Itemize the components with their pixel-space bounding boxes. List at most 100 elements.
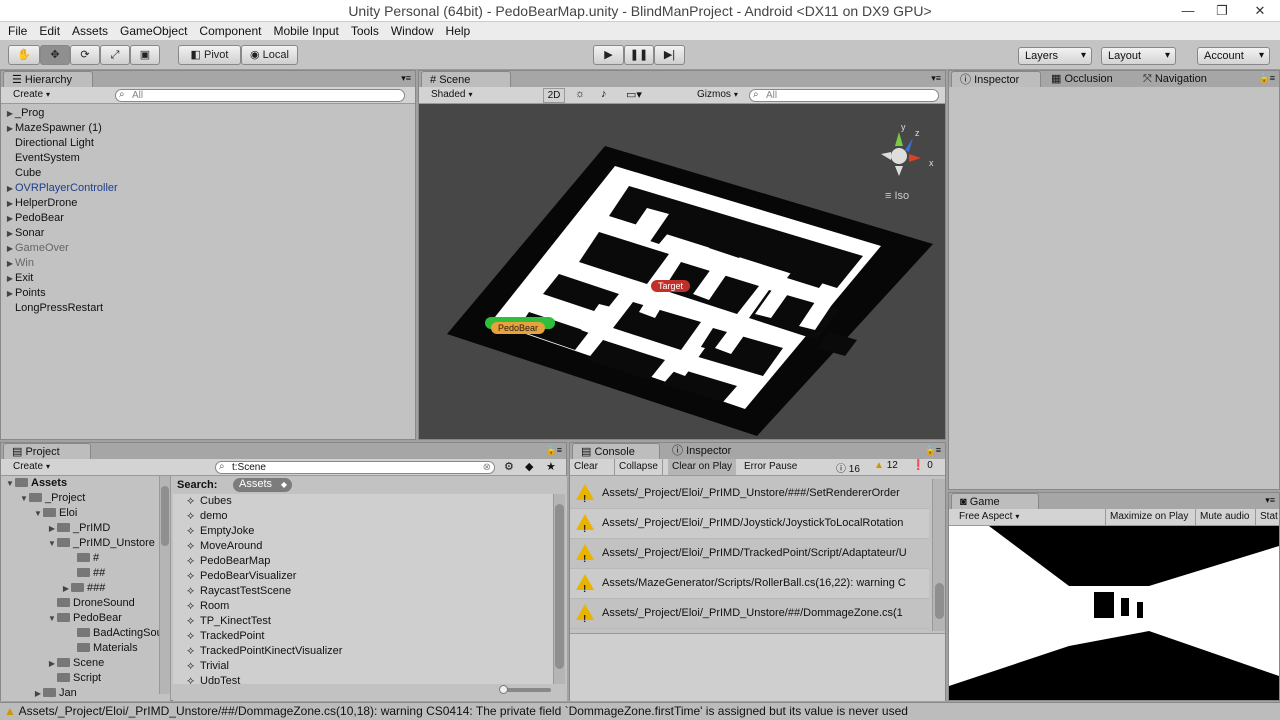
pivot-toggle[interactable]: ◧ Pivot [178, 45, 241, 65]
project-folder-item[interactable]: ▶ Jan [33, 686, 77, 701]
hierarchy-item[interactable]: ▶ Exit [5, 271, 33, 286]
expand-arrow-icon[interactable]: ▶ [5, 256, 15, 271]
project-folder-item[interactable]: Materials [67, 641, 138, 656]
scene-asset-item[interactable]: ⟡ TP_KinectTest [187, 614, 271, 629]
menu-assets[interactable]: Assets [66, 22, 114, 40]
project-folder-item[interactable]: # [67, 551, 99, 566]
tab-project[interactable]: ▤ Project [3, 443, 91, 459]
project-folder-item[interactable]: Script [47, 671, 101, 686]
expand-arrow-icon[interactable]: ▶ [47, 521, 57, 536]
hierarchy-item[interactable]: ▶ MazeSpawner (1) [5, 121, 102, 136]
menu-file[interactable]: File [2, 22, 33, 40]
target-label[interactable]: Target [651, 280, 691, 292]
audio-toggle-icon[interactable]: ♪ [601, 88, 607, 100]
menu-tools[interactable]: Tools [345, 22, 385, 40]
scene-asset-item[interactable]: ⟡ UdpTest [187, 674, 240, 684]
collapse-button[interactable]: Collapse [614, 459, 663, 475]
panel-menu-icon[interactable]: ▾≡ [401, 73, 411, 84]
lock-icon[interactable]: 🔒≡ [546, 445, 562, 456]
project-folder-item[interactable]: ▶ Scene [47, 656, 104, 671]
tab-hierarchy[interactable]: ☰ Hierarchy [3, 71, 93, 87]
console-log-entry[interactable]: Assets/MazeGenerator/Scripts/RollerBall.… [570, 569, 929, 599]
hierarchy-item[interactable]: Cube [5, 166, 41, 181]
warning-count-toggle[interactable]: ▲ 12 [874, 460, 898, 471]
scene-asset-item[interactable]: ⟡ Trivial [187, 659, 229, 674]
scene-asset-item[interactable]: ⟡ MoveAround [187, 539, 262, 554]
scene-asset-item[interactable]: ⟡ PedoBearVisualizer [187, 569, 296, 584]
projection-toggle[interactable]: ≡ Iso [885, 190, 909, 202]
hierarchy-search-input[interactable]: ⌕ All [115, 89, 405, 102]
hierarchy-item[interactable]: ▶ PedoBear [5, 211, 64, 226]
tab-game[interactable]: ◙ Game [951, 493, 1039, 509]
maximize-on-play-toggle[interactable]: Maximize on Play [1105, 509, 1192, 525]
hierarchy-item[interactable]: Directional Light [5, 136, 94, 151]
menu-edit[interactable]: Edit [33, 22, 66, 40]
scene-asset-item[interactable]: ⟡ Cubes [187, 494, 232, 509]
clear-search-icon[interactable]: ⊗ [483, 462, 491, 473]
project-folder-item[interactable]: ▼ _Project [19, 491, 85, 506]
expand-arrow-icon[interactable]: ▼ [19, 491, 29, 506]
search-scope-assets[interactable]: Assets ◆ [233, 478, 293, 492]
project-folder-item[interactable]: ## [67, 566, 105, 581]
pedobear-label[interactable]: PedoBear [491, 322, 546, 334]
results-scrollbar[interactable] [553, 494, 565, 684]
aspect-dropdown[interactable]: Free Aspect [955, 511, 1103, 524]
scale-tool-button[interactable]: ⤢ [100, 45, 130, 65]
tab-navigation[interactable]: ⤧ Navigation [1135, 71, 1225, 87]
local-toggle[interactable]: ◉ Local [241, 45, 298, 65]
expand-arrow-icon[interactable]: ▼ [33, 506, 43, 521]
console-scrollbar[interactable] [932, 479, 945, 631]
menu-help[interactable]: Help [440, 22, 477, 40]
console-log-entry[interactable]: Assets/_Project/Eloi/_PrIMD/Joystick/Joy… [570, 509, 929, 539]
expand-arrow-icon[interactable]: ▼ [47, 536, 57, 551]
rotate-tool-button[interactable]: ⟳ [70, 45, 100, 65]
scene-viewport[interactable]: Target PedoBear y x z ≡ Iso [419, 104, 945, 439]
hierarchy-item[interactable]: ▶ Win [5, 256, 34, 271]
menu-component[interactable]: Component [193, 22, 267, 40]
rect-tool-button[interactable]: ▣ [130, 45, 160, 65]
hierarchy-item[interactable]: LongPressRestart [5, 301, 103, 316]
project-folder-item[interactable]: ▶ _PrIMD [47, 521, 110, 536]
tab-inspector[interactable]: ⓘ Inspector [951, 71, 1041, 87]
project-folder-item[interactable]: ▶ ### [61, 581, 105, 596]
scene-asset-item[interactable]: ⟡ EmptyJoke [187, 524, 254, 539]
game-viewport[interactable] [949, 526, 1279, 700]
step-button[interactable]: ▶| [654, 45, 685, 65]
expand-arrow-icon[interactable]: ▶ [5, 121, 15, 136]
hierarchy-item[interactable]: ▶ Sonar [5, 226, 44, 241]
project-tree-scrollbar[interactable] [159, 476, 170, 694]
layout-dropdown[interactable]: Layout [1101, 47, 1176, 65]
slider-knob[interactable] [499, 685, 508, 694]
info-count-toggle[interactable]: ⓘ 16 [836, 460, 860, 475]
tab-console[interactable]: ▤ Console [572, 443, 660, 459]
project-search-input[interactable]: ⌕ t:Scene ⊗ [215, 461, 495, 474]
expand-arrow-icon[interactable]: ▶ [5, 241, 15, 256]
tab-scene[interactable]: # Scene [421, 71, 511, 87]
icon-size-slider[interactable] [499, 685, 551, 694]
layers-dropdown[interactable]: Layers [1018, 47, 1092, 65]
scene-asset-item[interactable]: ⟡ TrackedPointKinectVisualizer [187, 644, 342, 659]
expand-arrow-icon[interactable]: ▼ [47, 611, 57, 626]
project-folder-item[interactable]: DroneSound [47, 596, 135, 611]
scene-orientation-gizmo[interactable]: y x z [873, 122, 934, 184]
menu-window[interactable]: Window [385, 22, 440, 40]
filter-type-icon[interactable]: ⚙ [504, 460, 514, 473]
hierarchy-item[interactable]: ▶ GameOver [5, 241, 69, 256]
project-folder-item[interactable]: ▼ _PrIMD_Unstore [47, 536, 155, 551]
console-log-entry[interactable]: Assets/_Project/Eloi/_PrIMD_Unstore/##/D… [570, 599, 929, 629]
expand-arrow-icon[interactable]: ▶ [5, 226, 15, 241]
expand-arrow-icon[interactable]: ▼ [5, 476, 15, 491]
scene-asset-item[interactable]: ⟡ Room [187, 599, 229, 614]
scrollbar-thumb[interactable] [935, 583, 944, 619]
scene-asset-item[interactable]: ⟡ PedoBearMap [187, 554, 270, 569]
tab-occlusion[interactable]: ▦ Occlusion [1043, 71, 1131, 87]
hierarchy-item[interactable]: ▶ _Prog [5, 106, 44, 121]
account-dropdown[interactable]: Account [1197, 47, 1270, 65]
error-pause-toggle[interactable]: Error Pause [740, 459, 801, 475]
hierarchy-item[interactable]: EventSystem [5, 151, 80, 166]
project-folder-item[interactable]: ▼ Assets [5, 476, 67, 491]
scene-asset-item[interactable]: ⟡ TrackedPoint [187, 629, 264, 644]
effects-toggle-icon[interactable]: ▭▾ [626, 88, 642, 101]
scrollbar-thumb[interactable] [555, 504, 564, 669]
maximize-button[interactable]: ❐ [1206, 0, 1238, 22]
